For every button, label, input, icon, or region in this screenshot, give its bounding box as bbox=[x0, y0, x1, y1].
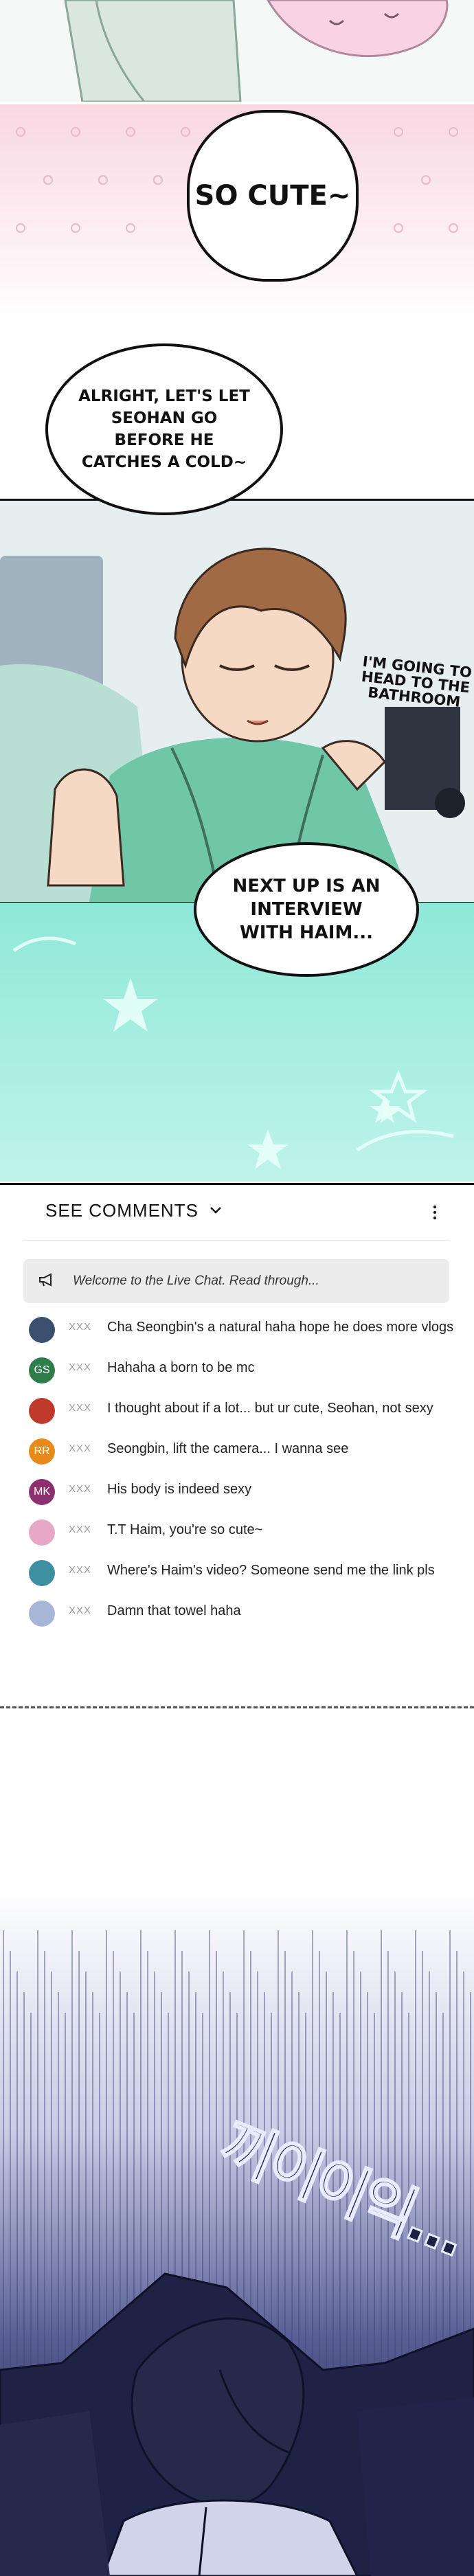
blank-gap bbox=[0, 1710, 474, 1889]
so-cute-bubble: SO CUTE~ bbox=[187, 110, 359, 282]
pinned-text: Welcome to the Live Chat. Read through..… bbox=[73, 1274, 319, 1288]
alright-text: ALRIGHT, LET'S LET SEOHAN GO BEFORE HE C… bbox=[78, 387, 250, 471]
chat-comment[interactable]: XXX Where's Haim's video? Someone send me… bbox=[29, 1559, 455, 1594]
avatar[interactable]: RR bbox=[29, 1438, 55, 1465]
comment-username[interactable]: XXX bbox=[69, 1605, 107, 1616]
alright-bubble: ALRIGHT, LET'S LET SEOHAN GO BEFORE HE C… bbox=[45, 343, 283, 515]
avatar[interactable] bbox=[29, 1560, 55, 1586]
more-options-icon[interactable] bbox=[431, 1204, 438, 1223]
comment-username[interactable]: XXX bbox=[69, 1564, 107, 1576]
comment-username[interactable]: XXX bbox=[69, 1362, 107, 1373]
comment-username[interactable]: XXX bbox=[69, 1483, 107, 1495]
comment-text: I thought about if a lot... but ur cute,… bbox=[107, 1401, 433, 1416]
comment-text: Where's Haim's video? Someone send me th… bbox=[107, 1563, 435, 1578]
comments-header-label: SEE COMMENTS bbox=[45, 1200, 199, 1221]
comment-text: His body is indeed sexy bbox=[107, 1482, 252, 1497]
so-cute-text: SO CUTE~ bbox=[194, 180, 351, 212]
chat-comment[interactable]: RR XXX Seongbin, lift the camera... I wann… bbox=[29, 1437, 455, 1473]
next-up-text: NEXT UP IS AN INTERVIEW WITH HAIM... bbox=[232, 876, 381, 943]
chat-comment[interactable]: GS XXX Hahaha a born to be mc bbox=[29, 1356, 455, 1392]
comments-section: SEE COMMENTS Welcome to the Live Chat. R… bbox=[0, 1183, 474, 1707]
comment-text: Hahaha a born to be mc bbox=[107, 1360, 255, 1375]
comments-divider bbox=[23, 1240, 449, 1241]
avatar[interactable] bbox=[29, 1317, 55, 1343]
comments-header[interactable]: SEE COMMENTS bbox=[45, 1200, 222, 1221]
next-up-bubble: NEXT UP IS AN INTERVIEW WITH HAIM... bbox=[194, 842, 419, 977]
chat-comment[interactable]: XXX I thought about if a lot... but ur cu… bbox=[29, 1397, 455, 1432]
avatar[interactable]: GS bbox=[29, 1357, 55, 1383]
avatar[interactable] bbox=[29, 1601, 55, 1627]
comment-text: Seongbin, lift the camera... I wanna see bbox=[107, 1441, 349, 1456]
comment-username[interactable]: XXX bbox=[69, 1443, 107, 1454]
avatar[interactable] bbox=[29, 1519, 55, 1546]
section-separator bbox=[0, 1706, 474, 1708]
avatar[interactable] bbox=[29, 1398, 55, 1424]
chat-comment[interactable]: XXX Cha Seongbin's a natural haha hope he… bbox=[29, 1315, 455, 1351]
comment-text: Damn that towel haha bbox=[107, 1603, 241, 1618]
comment-text: T.T Haim, you're so cute~ bbox=[107, 1522, 263, 1537]
comment-text: Cha Seongbin's a natural haha hope he do… bbox=[107, 1320, 454, 1335]
chat-comment[interactable]: XXX Damn that towel haha bbox=[29, 1599, 455, 1635]
chat-comment[interactable]: MK XXX His body is indeed sexy bbox=[29, 1478, 455, 1513]
speed-lines-panel: 끼이이익... bbox=[0, 1889, 474, 2576]
comment-username[interactable]: XXX bbox=[69, 1402, 107, 1414]
comment-username[interactable]: XXX bbox=[69, 1524, 107, 1535]
pinned-message[interactable]: Welcome to the Live Chat. Read through..… bbox=[23, 1259, 449, 1303]
chevron-down-icon bbox=[210, 1204, 222, 1217]
comment-username[interactable]: XXX bbox=[69, 1321, 107, 1333]
top-panel-art bbox=[0, 0, 474, 102]
chat-comment[interactable]: XXX T.T Haim, you're so cute~ bbox=[29, 1518, 455, 1554]
top-panel bbox=[0, 0, 474, 102]
megaphone-icon bbox=[38, 1273, 55, 1289]
avatar[interactable]: MK bbox=[29, 1479, 55, 1505]
